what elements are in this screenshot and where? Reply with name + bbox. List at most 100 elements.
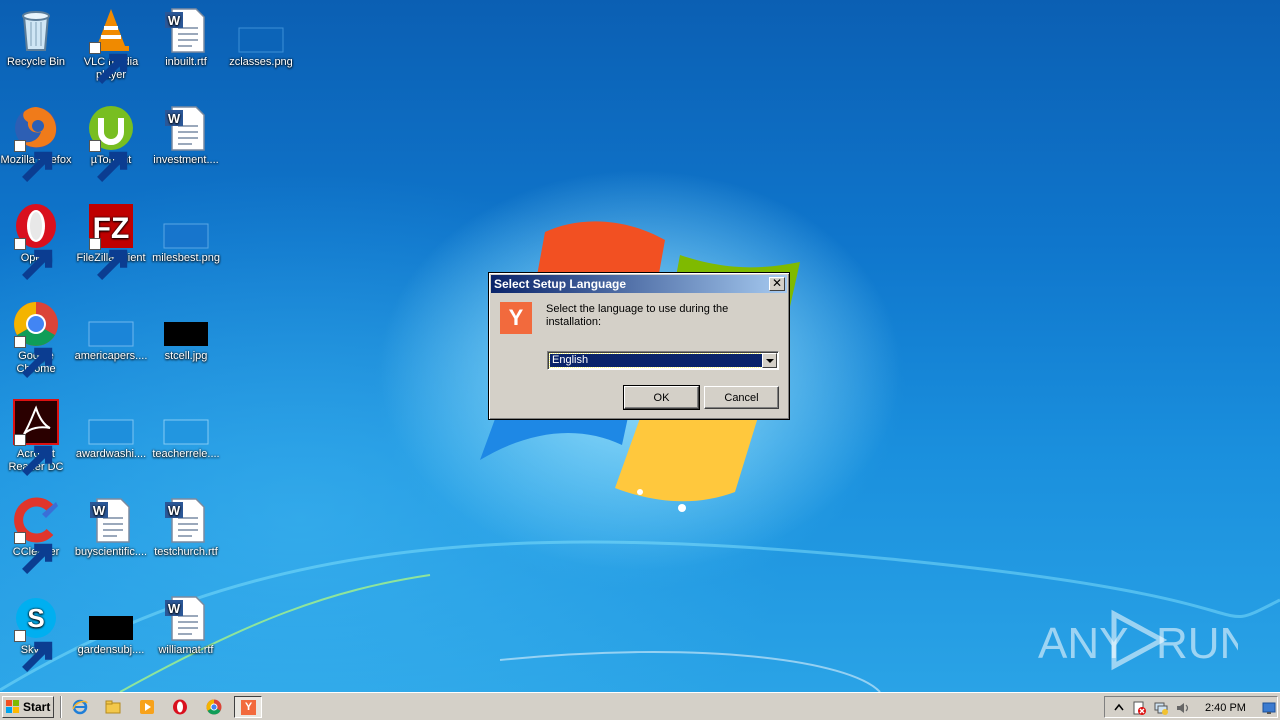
utorrent-icon: [87, 104, 135, 182]
word-document-icon: W: [162, 104, 210, 152]
desktop-icon-chrome[interactable]: Google Chrome: [0, 300, 74, 378]
word-document-icon: W: [87, 496, 135, 544]
desktop-icon-buyscientific[interactable]: W buyscientific....: [73, 496, 149, 559]
word-document-icon: W: [162, 594, 210, 642]
desktop-icon-awardwashi[interactable]: awardwashi....: [73, 398, 149, 461]
vlc-icon: [87, 6, 135, 84]
shortcut-arrow-icon: [14, 532, 53, 574]
close-button[interactable]: ✕: [769, 277, 785, 291]
desktop-icon-filezilla[interactable]: FZ FileZilla Client: [73, 202, 149, 280]
chevron-up-icon[interactable]: [1111, 700, 1127, 716]
skype-icon: S: [12, 594, 60, 672]
watermark-text-run: RUN: [1156, 619, 1238, 668]
cancel-button[interactable]: Cancel: [704, 386, 779, 409]
image-file-icon: [87, 594, 135, 642]
image-file-icon: [87, 398, 135, 446]
desktop-icon-label: americapers....: [74, 350, 148, 362]
desktop-icon-label: testchurch.rtf: [154, 546, 218, 558]
image-file-icon: [162, 300, 210, 348]
desktop-icon-label: zclasses.png: [229, 56, 293, 68]
acrobat-icon: [12, 398, 60, 476]
desktop-icon-label: stcell.jpg: [164, 350, 208, 362]
dialog-titlebar[interactable]: Select Setup Language ✕: [491, 275, 787, 293]
system-tray: 2:40 PM: [1104, 696, 1278, 718]
chrome-icon[interactable]: [206, 699, 222, 715]
volume-icon[interactable]: [1175, 700, 1191, 716]
show-desktop-icon[interactable]: [1261, 700, 1277, 716]
anyrun-watermark: ANY RUN: [1038, 609, 1238, 671]
media-player-icon[interactable]: [139, 699, 155, 715]
shortcut-arrow-icon: [14, 434, 53, 476]
desktop-icon-williamat[interactable]: W williamat.rtf: [148, 594, 224, 657]
language-select[interactable]: English: [547, 351, 779, 370]
installer-app-icon: Y: [500, 302, 532, 334]
desktop-icon-acrobat[interactable]: Acrobat Reader DC: [0, 398, 74, 476]
desktop-icon-ccleaner[interactable]: CCleaner: [0, 496, 74, 574]
taskbar-setup-button[interactable]: Y: [234, 696, 262, 718]
start-button[interactable]: Start: [2, 696, 54, 718]
desktop-icon-firefox[interactable]: Mozilla Firefox: [0, 104, 74, 182]
desktop-icon-testchurch[interactable]: W testchurch.rtf: [148, 496, 224, 559]
language-select-value: English: [549, 353, 763, 368]
start-label: Start: [23, 700, 51, 714]
image-file-icon: [87, 300, 135, 348]
desktop-icon-stcell[interactable]: stcell.jpg: [148, 300, 224, 363]
svg-text:S: S: [27, 603, 44, 633]
windows-logo-icon: [6, 700, 19, 713]
dialog-title: Select Setup Language: [494, 277, 627, 291]
action-center-icon[interactable]: [1131, 700, 1147, 716]
taskbar: Start Y 2:40 PM: [0, 692, 1280, 720]
desktop-icon-opera[interactable]: Opera: [0, 202, 74, 280]
desktop-icon-teacherrele[interactable]: teacherrele....: [148, 398, 224, 461]
desktop-icon-label: gardensubj....: [77, 644, 145, 656]
shortcut-arrow-icon: [89, 42, 128, 84]
desktop-icon-inbuilt[interactable]: W inbuilt.rtf: [148, 6, 224, 69]
shortcut-arrow-icon: [89, 238, 128, 280]
network-icon[interactable]: [1153, 700, 1169, 716]
shortcut-arrow-icon: [14, 238, 53, 280]
desktop-icon-utorrent[interactable]: µTorrent: [73, 104, 149, 182]
desktop-icon-label: awardwashi....: [75, 448, 147, 460]
windows-explorer-icon[interactable]: [105, 699, 121, 715]
filezilla-icon: FZ: [87, 202, 135, 280]
shortcut-arrow-icon: [14, 140, 53, 182]
svg-text:W: W: [168, 13, 181, 28]
svg-text:W: W: [168, 601, 181, 616]
ccleaner-icon: [12, 496, 60, 574]
image-file-icon: [162, 202, 210, 250]
chevron-down-icon[interactable]: [762, 353, 777, 368]
opera-icon[interactable]: [172, 699, 188, 715]
desktop-icon-vlc[interactable]: VLC media player: [73, 6, 149, 84]
svg-text:W: W: [168, 503, 181, 518]
word-document-icon: W: [162, 6, 210, 54]
shortcut-arrow-icon: [14, 336, 53, 378]
svg-text:W: W: [168, 111, 181, 126]
taskbar-separator: [60, 696, 62, 718]
chrome-icon: [12, 300, 60, 378]
word-document-icon: W: [162, 496, 210, 544]
firefox-icon: [12, 104, 60, 182]
ok-button[interactable]: OK: [623, 385, 700, 410]
recycle-bin-icon: [12, 6, 60, 54]
desktop-icon-recycle-bin[interactable]: Recycle Bin: [0, 6, 74, 69]
desktop-icon-gardensubj[interactable]: gardensubj....: [73, 594, 149, 657]
desktop-icon-label: teacherrele....: [152, 448, 220, 460]
desktop-icon-investment[interactable]: W investment....: [148, 104, 224, 167]
desktop-icon-label: Recycle Bin: [6, 56, 66, 68]
setup-language-dialog: Select Setup Language ✕ Y Select the lan…: [488, 272, 790, 420]
installer-app-icon: Y: [241, 700, 256, 715]
desktop-icon-zclasses[interactable]: zclasses.png: [223, 6, 299, 69]
image-file-icon: [237, 6, 285, 54]
desktop-icon-label: buyscientific....: [74, 546, 148, 558]
internet-explorer-icon[interactable]: [72, 699, 88, 715]
desktop-icon-americapers[interactable]: americapers....: [73, 300, 149, 363]
desktop-icon-skype[interactable]: S Skype: [0, 594, 74, 672]
image-file-icon: [162, 398, 210, 446]
shortcut-arrow-icon: [14, 630, 53, 672]
dialog-message: Select the language to use during the in…: [546, 303, 729, 328]
opera-icon: [12, 202, 60, 280]
clock[interactable]: 2:40 PM: [1205, 700, 1246, 716]
desktop: Recycle Bin Mozilla Firefox Opera Google…: [0, 0, 1280, 692]
desktop-icon-milesbest[interactable]: milesbest.png: [148, 202, 224, 265]
svg-text:W: W: [93, 503, 106, 518]
